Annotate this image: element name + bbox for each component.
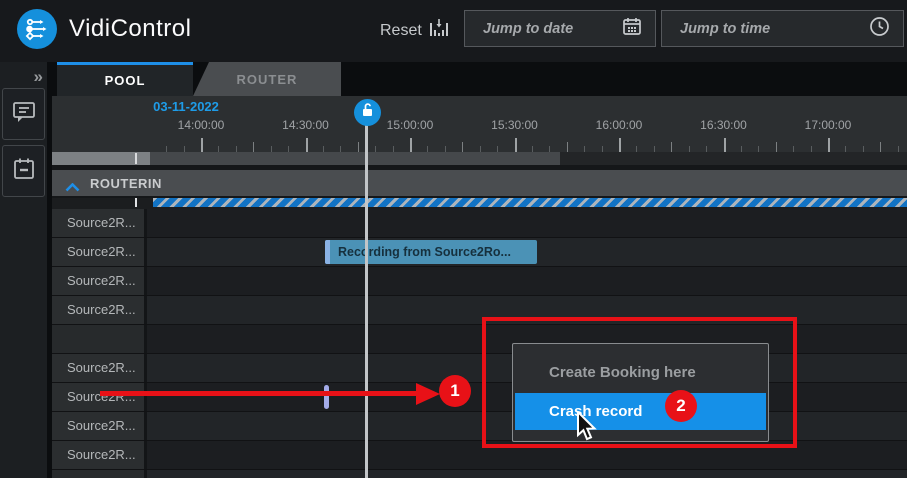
table-row: Source2R... — [52, 209, 907, 238]
playhead-lock-button[interactable] — [354, 99, 381, 126]
timeline-scrollbar[interactable] — [52, 152, 907, 165]
unlocked-padlock-icon — [361, 103, 374, 122]
ruler-tick — [776, 142, 777, 152]
calendar-icon[interactable] — [622, 16, 642, 41]
tick-label: 16:30:00 — [700, 118, 747, 132]
annotation-arrow-head — [416, 383, 440, 405]
row-label: Source2R... — [52, 354, 147, 382]
row-label: Source2R... — [52, 383, 147, 411]
row-label — [52, 325, 147, 353]
tab-pool[interactable]: POOL — [57, 62, 193, 96]
ruler-tick — [201, 138, 203, 152]
row-timeline-cell[interactable] — [147, 470, 907, 478]
app-logo-icon — [17, 9, 57, 49]
tab-bar: POOL ROUTER — [52, 62, 907, 96]
ruler-tick — [619, 138, 621, 152]
row-label: Source2R... — [52, 441, 147, 469]
mouse-cursor-icon — [572, 411, 598, 448]
reset-button[interactable]: Reset — [380, 18, 449, 43]
timeline-date-label: 03-11-2022 — [146, 99, 226, 114]
scrollbar-thumb[interactable] — [150, 152, 560, 165]
annotation-step-1-badge: 1 — [439, 375, 471, 407]
playhead-line[interactable] — [365, 123, 368, 478]
table-row — [52, 470, 907, 478]
row-label: Source2R... — [52, 209, 147, 237]
recording-bar[interactable]: Recording from Source2Ro... — [325, 240, 537, 264]
tick-label: 14:30:00 — [282, 118, 329, 132]
app-title: VidiControl — [69, 15, 191, 43]
tick-label: 16:00:00 — [596, 118, 643, 132]
tick-label: 15:30:00 — [491, 118, 538, 132]
hatch-position-marker — [135, 198, 137, 207]
left-sidebar: » — [0, 62, 47, 478]
chat-icon — [11, 99, 37, 130]
jump-to-time-placeholder: Jump to time — [680, 21, 770, 37]
ruler-tick — [671, 142, 672, 152]
annotation-arrow — [100, 391, 418, 396]
tab-router[interactable]: ROUTER — [193, 62, 341, 96]
row-label: Source2R... — [52, 412, 147, 440]
jump-to-date-input[interactable]: Jump to date — [464, 10, 656, 47]
tab-router-label: ROUTER — [237, 72, 298, 87]
row-label: Source2R... — [52, 238, 147, 266]
chevron-up-icon[interactable] — [65, 179, 80, 197]
row-label — [52, 470, 147, 478]
expand-sidebar-icon[interactable]: » — [34, 67, 43, 87]
row-timeline-cell[interactable] — [147, 267, 907, 295]
row-label: Source2R... — [52, 267, 147, 295]
ruler-tick — [828, 138, 830, 152]
tick-label: 14:00:00 — [178, 118, 225, 132]
clock-icon[interactable] — [869, 16, 890, 42]
tab-pool-label: POOL — [105, 73, 146, 88]
ruler-tick — [358, 142, 359, 152]
tick-label: 15:00:00 — [387, 118, 434, 132]
recording-bar-label: Recording from Source2Ro... — [330, 245, 511, 259]
table-row: Source2R... — [52, 267, 907, 296]
annotation-step-2-badge: 2 — [665, 390, 697, 422]
row-timeline-cell[interactable] — [147, 209, 907, 237]
locked-range-hatch-bar — [153, 198, 907, 207]
scrollbar-position-marker — [135, 153, 137, 164]
row-label: Source2R... — [52, 296, 147, 324]
reset-label: Reset — [380, 22, 422, 40]
app-header: VidiControl Reset Jump to date — [0, 0, 907, 62]
ruler-tick — [410, 138, 412, 152]
sidebar-divider — [47, 62, 52, 478]
booking-button[interactable] — [2, 145, 45, 197]
jump-to-time-input[interactable]: Jump to time — [661, 10, 904, 47]
ruler-tick — [567, 142, 568, 152]
chat-button[interactable] — [2, 88, 45, 140]
group-title: ROUTERIN — [90, 176, 162, 191]
timeline-panel: 03-11-2022 14:00:00 14:30:00 15:00:00 15:30… — [52, 96, 907, 478]
reset-zoom-icon — [429, 18, 449, 43]
ruler-tick — [724, 138, 726, 152]
ruler-tick — [462, 142, 463, 152]
ruler-tick — [253, 142, 254, 152]
annotation-rectangle — [482, 317, 797, 448]
booking-calendar-icon — [11, 156, 37, 187]
ruler-tick — [880, 142, 881, 152]
group-header-routerin[interactable]: ROUTERIN — [52, 170, 907, 196]
clip-marker[interactable] — [324, 385, 329, 409]
jump-to-date-placeholder: Jump to date — [483, 21, 573, 37]
tick-label: 17:00:00 — [805, 118, 852, 132]
ruler-tick — [515, 138, 517, 152]
timeline-ruler[interactable]: 03-11-2022 14:00:00 14:30:00 15:00:00 15:30… — [52, 96, 907, 152]
ruler-tick — [306, 138, 308, 152]
